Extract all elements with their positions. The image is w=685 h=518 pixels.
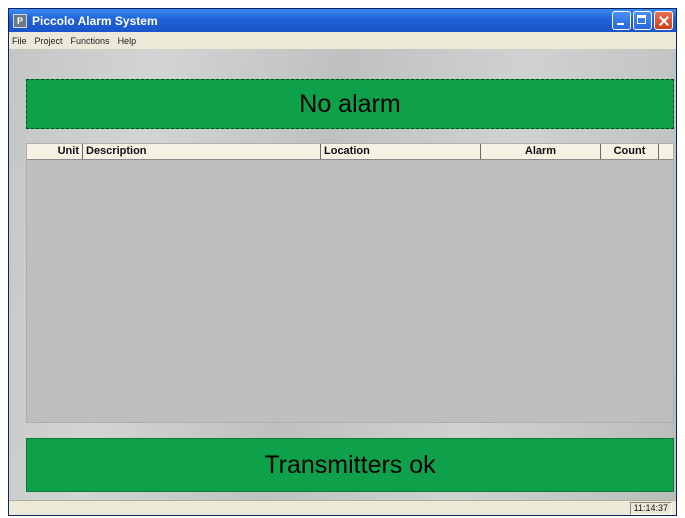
menu-functions[interactable]: Functions <box>67 36 114 46</box>
window-controls <box>612 11 673 30</box>
window-title: Piccolo Alarm System <box>32 13 158 28</box>
alarm-table[interactable]: Unit Description Location Alarm Count <box>26 143 674 423</box>
column-header-unit[interactable]: Unit <box>27 144 83 159</box>
column-header-description[interactable]: Description <box>83 144 321 159</box>
transmitter-status-banner: Transmitters ok <box>26 438 674 492</box>
app-icon[interactable]: P <box>13 13 27 28</box>
status-bar: 11:14:37 <box>9 500 676 515</box>
alarm-status-banner: No alarm <box>26 79 674 129</box>
menu-file[interactable]: File <box>9 36 31 46</box>
menu-help[interactable]: Help <box>114 36 141 46</box>
clock-display: 11:14:37 <box>629 502 672 515</box>
maximize-button[interactable] <box>633 11 652 30</box>
menu-project[interactable]: Project <box>31 36 67 46</box>
minimize-button[interactable] <box>612 11 631 30</box>
client-area: No alarm Unit Description Location Alarm… <box>9 49 676 501</box>
title-bar[interactable]: P Piccolo Alarm System <box>9 9 676 32</box>
table-header: Unit Description Location Alarm Count <box>27 144 673 160</box>
app-window: P Piccolo Alarm System File Project Func… <box>8 8 677 516</box>
column-header-count[interactable]: Count <box>601 144 659 159</box>
column-header-location[interactable]: Location <box>321 144 481 159</box>
column-header-alarm[interactable]: Alarm <box>481 144 601 159</box>
menu-bar: File Project Functions Help <box>9 32 676 49</box>
close-button[interactable] <box>654 11 673 30</box>
